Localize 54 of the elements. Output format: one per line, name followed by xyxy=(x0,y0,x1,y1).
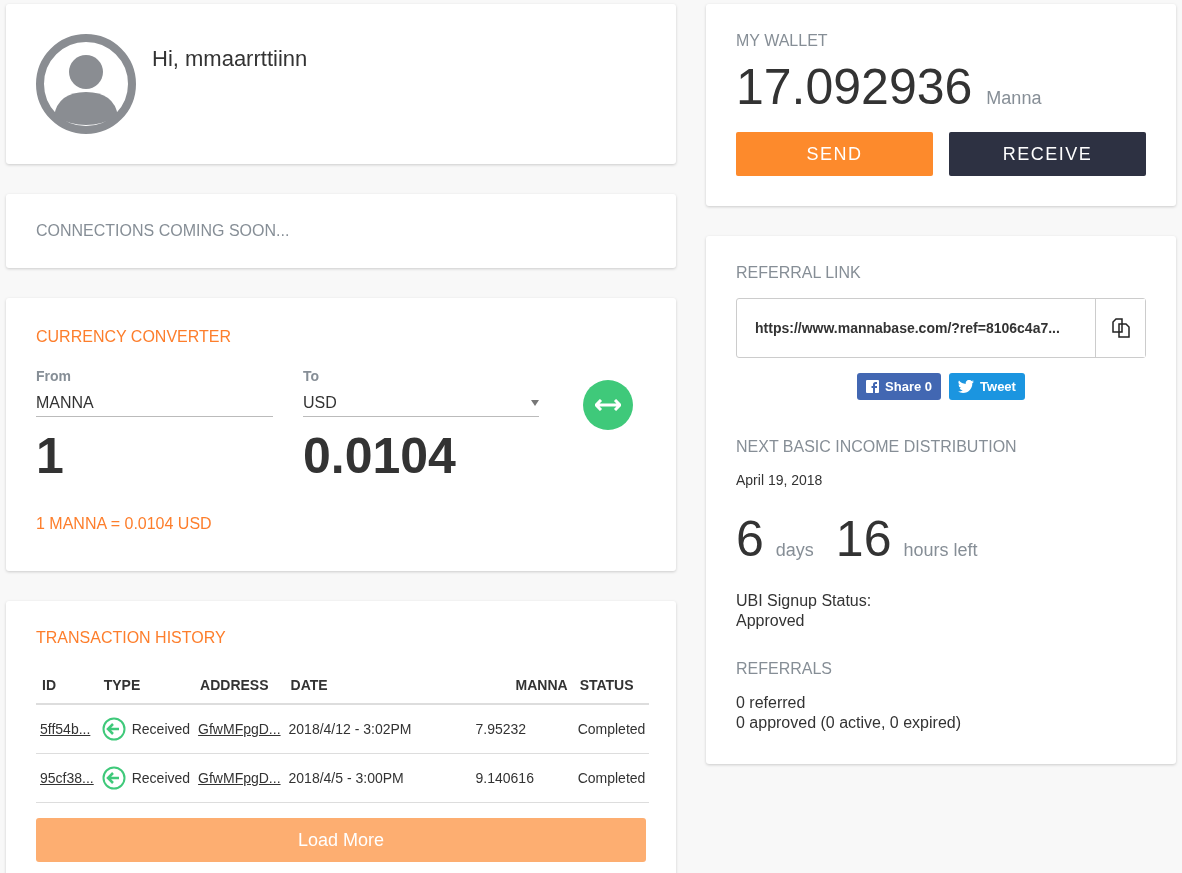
rate-text: 1 MANNA = 0.0104 USD xyxy=(36,515,213,533)
table-cell: 2018/4/12 - 3:02PM xyxy=(284,704,416,754)
section-title: NEXT BASIC INCOME DISTRIBUTION xyxy=(736,438,1018,456)
section-title: CURRENCY CONVERTER xyxy=(36,328,232,346)
table-cell: Received xyxy=(131,770,191,786)
bird-icon xyxy=(958,380,975,393)
hours-count: 16 xyxy=(835,510,892,568)
address-link[interactable]: GfwMFpgD... xyxy=(198,721,281,737)
column-header: MANNA xyxy=(415,667,574,704)
column-header: ID xyxy=(36,667,98,704)
address-link[interactable]: GfwMFpgD... xyxy=(198,770,281,786)
unit-text: Manna xyxy=(986,88,1042,109)
status-text: Approved xyxy=(736,612,806,630)
table-cell: Completed xyxy=(573,753,650,803)
amount-text: 0.0104 xyxy=(303,427,457,485)
avatar-icon xyxy=(36,34,136,134)
copy-icon xyxy=(1110,318,1131,338)
transaction-id-link[interactable]: 5ff54b... xyxy=(40,721,91,737)
column-header: ADDRESS xyxy=(194,667,285,704)
table-cell: 2018/4/5 - 3:00PM xyxy=(284,753,416,803)
status-label: UBI Signup Status: xyxy=(736,592,873,610)
double-arrow-icon xyxy=(595,399,621,411)
column-header: TYPE xyxy=(97,667,195,704)
balance-amount: 17.092936 xyxy=(736,58,973,116)
facebook-share-button[interactable]: Share 0 xyxy=(857,373,942,400)
facebook-icon xyxy=(866,380,880,393)
field-label: To xyxy=(303,368,321,384)
referral-link-field[interactable]: https://www.mannabase.com/?ref=8106c4a7... xyxy=(736,298,1146,358)
transaction-id-link[interactable]: 95cf38... xyxy=(40,770,94,786)
amount-text: 1 xyxy=(36,427,65,485)
connections-text: CONNECTIONS COMING SOON... xyxy=(36,222,291,240)
copy-button[interactable] xyxy=(1095,299,1145,357)
section-title: MY WALLET xyxy=(736,32,829,50)
days-count: 6 xyxy=(736,510,764,568)
date-text: April 19, 2018 xyxy=(736,472,824,488)
column-header: DATE xyxy=(284,667,416,704)
table-cell: Received xyxy=(131,721,191,737)
unit-text: hours left xyxy=(903,540,978,561)
receive-button[interactable]: RECEIVE xyxy=(949,132,1146,176)
table-cell: 7.95232 xyxy=(415,704,574,754)
greeting-text: Hi, mmaarrttiinn xyxy=(152,46,308,72)
approved-count: 0 approved (0 active, 0 expired) xyxy=(736,714,962,732)
section-title: TRANSACTION HISTORY xyxy=(36,629,227,647)
currency-field[interactable]: MANNA xyxy=(36,384,273,417)
column-header: STATUS xyxy=(573,667,650,704)
table-cell: Completed xyxy=(573,704,650,754)
currency-dropdown[interactable]: USD xyxy=(303,384,539,417)
section-title: REFERRALS xyxy=(736,660,834,678)
unit-text: days xyxy=(775,540,814,561)
section-title: REFERRAL LINK xyxy=(736,264,862,282)
caret-icon xyxy=(531,400,539,406)
field-label: From xyxy=(36,368,72,384)
referred-count: 0 referred xyxy=(736,694,807,712)
table-cell: 9.140616 xyxy=(415,753,574,803)
